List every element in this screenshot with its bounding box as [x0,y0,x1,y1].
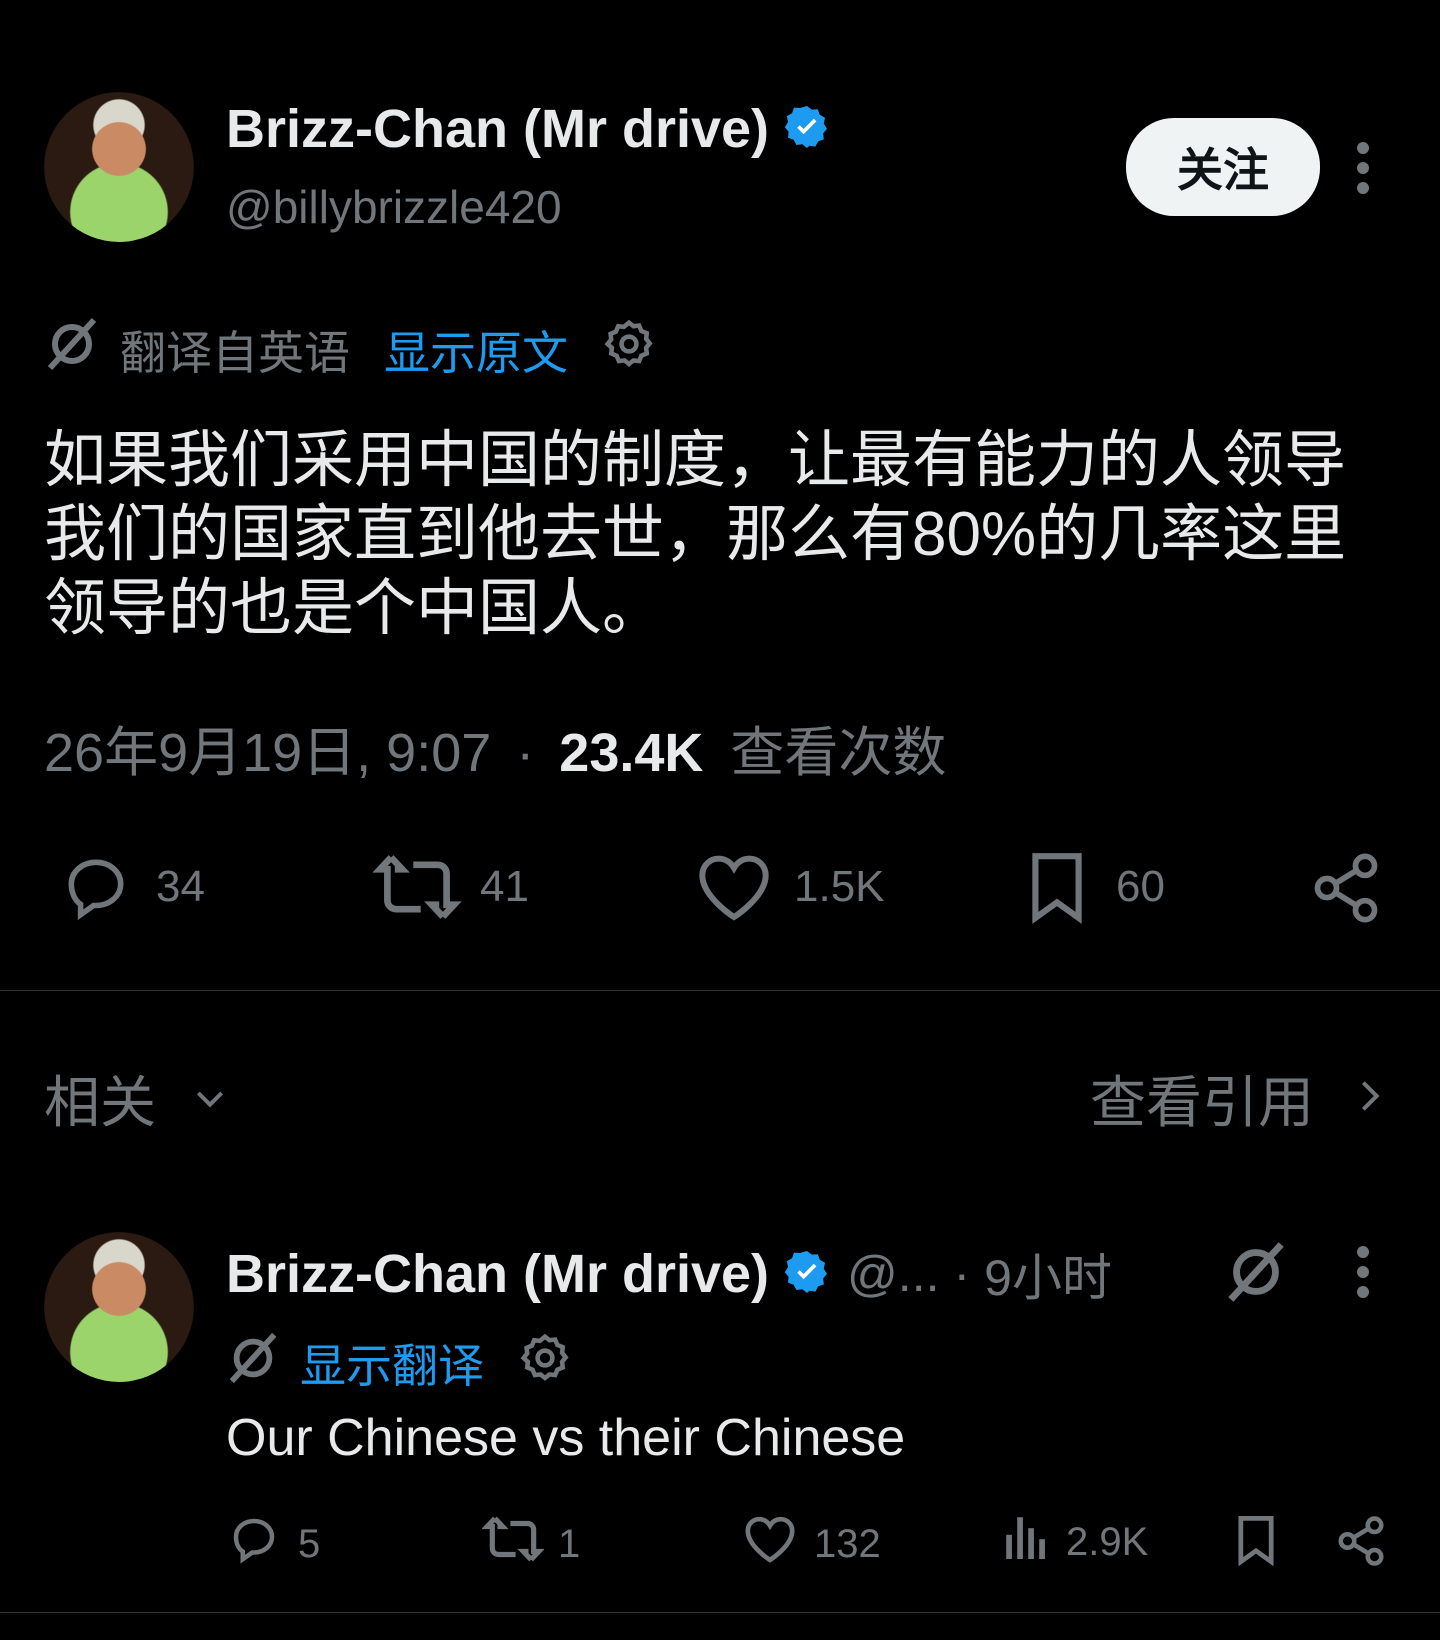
repost-count: 41 [480,862,529,911]
reply-repost-count: 1 [558,1521,581,1566]
share-icon[interactable] [1334,1514,1388,1573]
like-button[interactable]: 1.5K [694,850,885,924]
reply-header: Brizz-Chan (Mr drive) @... · 9小时 [226,1238,1112,1310]
more-icon[interactable] [1354,1246,1372,1303]
reply-translation-row: 显示翻译 [226,1330,572,1396]
repost-icon [372,850,462,924]
bottom-divider [0,1612,1440,1613]
verified-badge-icon [783,1248,831,1301]
reply-separator: · [953,1246,971,1302]
show-original-link[interactable]: 显示原文 [384,317,568,383]
more-icon[interactable] [1354,142,1372,199]
reply-like-button[interactable]: 132 [742,1512,881,1576]
translation-row: 翻译自英语 显示原文 [44,316,656,383]
gear-icon[interactable] [518,1331,572,1396]
section-divider [0,990,1440,991]
translated-from-label: 翻译自英语 [120,326,350,379]
repost-button[interactable]: 41 [372,850,529,924]
tweet-meta: 26年9月19日, 9:07 · 23.4K 查看次数 [44,708,946,787]
reply-handle[interactable]: @... [847,1245,939,1303]
reply-icon [56,850,136,924]
meta-separator: · [516,723,535,783]
gear-icon[interactable] [602,317,656,382]
view-quotes-label: 查看引用 [1090,1071,1314,1134]
tweet-text: 如果我们采用中国的制度，让最有能力的人领导我们的国家直到他去世，那么有80%的几… [44,426,1347,643]
reply-button[interactable]: 34 [56,850,205,924]
show-translation-link[interactable]: 显示翻译 [300,1330,484,1396]
like-icon [742,1512,798,1576]
reply-count: 34 [156,862,205,911]
bookmark-icon [1024,850,1090,924]
reply-repost-button[interactable]: 1 [481,1512,581,1576]
reply-like-count: 132 [814,1521,881,1566]
bookmark-count: 60 [1116,862,1165,911]
reply-author-name[interactable]: Brizz-Chan (Mr drive) [226,1243,769,1305]
reply-icon [226,1512,282,1576]
author-avatar[interactable] [44,92,194,242]
views-count: 23.4K [559,723,704,783]
reply-reply-button[interactable]: 5 [226,1512,320,1576]
related-toggle[interactable]: 相关 [44,1058,230,1139]
reply-text: Our Chinese vs their Chinese [226,1409,906,1467]
author-name[interactable]: Brizz-Chan (Mr drive) [226,98,769,160]
like-icon [694,850,774,924]
reply-reply-count: 5 [298,1521,321,1566]
related-title: 相关 [44,1071,156,1134]
reply-views-count: 2.9K [1066,1519,1149,1564]
author-handle[interactable]: @billybrizzle420 [226,180,562,234]
verified-badge-icon [783,103,831,156]
bookmark-button[interactable]: 60 [1024,850,1165,924]
view-quotes-link[interactable]: 查看引用 [1090,1058,1390,1139]
share-icon[interactable] [1308,850,1384,931]
reply-time[interactable]: 9小时 [984,1238,1112,1310]
repost-icon [481,1512,545,1576]
bookmark-icon[interactable] [1234,1514,1278,1571]
views-icon [1004,1512,1048,1572]
chevron-right-icon [1350,1066,1390,1131]
follow-button[interactable]: 关注 [1126,118,1320,216]
translate-icon [44,316,100,383]
chevron-down-icon [190,1066,230,1131]
reply-views-button[interactable]: 2.9K [1004,1512,1148,1572]
tweet-timestamp[interactable]: 26年9月19日, 9:07 [44,723,491,783]
reply-author-avatar[interactable] [44,1232,194,1382]
translate-icon[interactable] [1224,1240,1288,1309]
translate-icon [226,1331,280,1396]
views-label: 查看次数 [730,723,947,783]
like-count: 1.5K [794,862,885,911]
author-name-row: Brizz-Chan (Mr drive) [226,98,831,160]
